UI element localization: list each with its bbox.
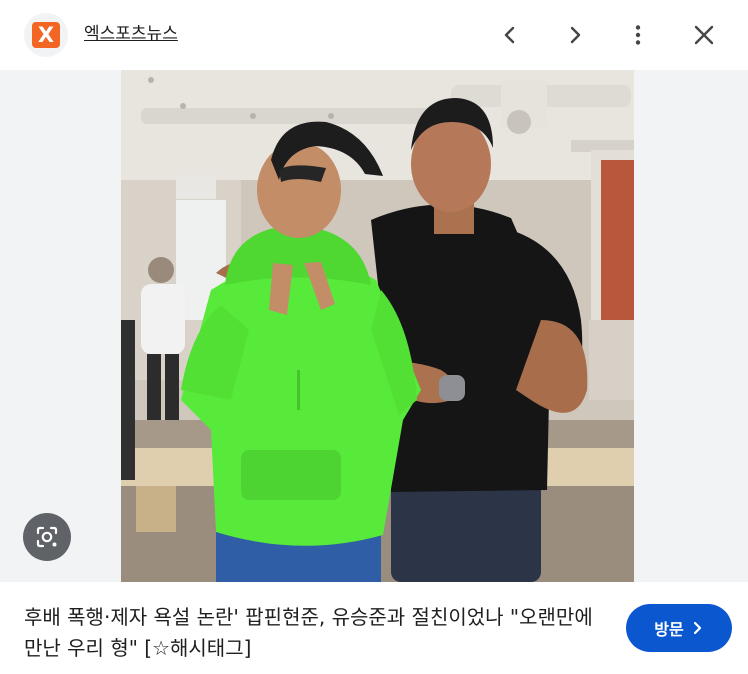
image-caption-title[interactable]: 후배 폭행·제자 욕설 논란' 팝핀현준, 유승준과 절친이었나 "오랜만에 만… [24,602,614,664]
more-options-button[interactable] [618,15,658,55]
chevron-left-icon [504,26,515,44]
chevron-right-icon [570,26,581,44]
source-logo-letter: X [32,22,60,48]
image-viewer-panel: X 엑스포츠뉴스 후배 폭행·제자 욕설 논란' 팝핀현준, 유승준과 절친이었… [0,0,748,674]
chevron-right-icon [693,621,701,635]
source-name-link[interactable]: 엑스포츠뉴스 [84,22,178,46]
close-icon [694,25,714,45]
previous-button[interactable] [490,15,530,55]
visit-button-label: 방문 [654,620,684,639]
image-preview-area [0,70,748,582]
next-button[interactable] [555,15,595,55]
source-logo[interactable]: X [24,13,68,57]
viewer-header: X 엑스포츠뉴스 [0,0,748,70]
more-vert-icon [635,25,641,45]
google-lens-button[interactable] [23,513,71,561]
google-lens-icon [36,526,58,548]
close-button[interactable] [684,15,724,55]
preview-photo[interactable] [121,70,634,582]
photo-illustration [121,70,634,582]
visit-button[interactable]: 방문 [626,604,732,652]
